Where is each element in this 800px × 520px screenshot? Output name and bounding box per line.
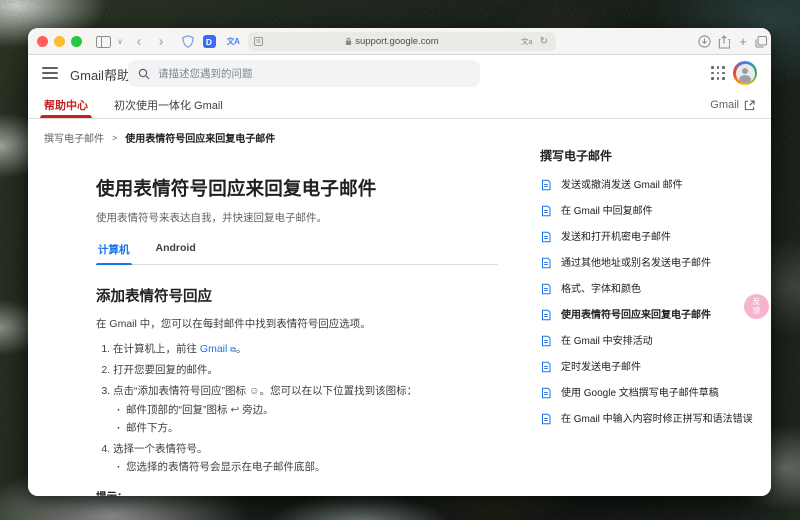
translate-extension-icon[interactable]: 文A bbox=[224, 28, 242, 55]
page-title: 使用表情符号回应来回复电子邮件 bbox=[96, 178, 377, 199]
step-2: 打开您要回复的邮件。 bbox=[113, 362, 498, 380]
sidebar-item[interactable]: 在 Gmail 中输入内容时修正拼写和语法错误 bbox=[540, 412, 758, 427]
tab-android[interactable]: Android bbox=[154, 242, 198, 264]
gmail-link-inline[interactable]: Gmail bbox=[200, 343, 227, 355]
sidebar-item[interactable]: 发送或撤消发送 Gmail 邮件 bbox=[540, 178, 758, 193]
zoom-window-button[interactable] bbox=[71, 36, 82, 47]
tips-label: 提示： bbox=[96, 489, 498, 496]
page-translate-icon[interactable]: 文a bbox=[521, 36, 533, 47]
article-icon bbox=[542, 309, 551, 321]
external-link-icon bbox=[744, 99, 755, 111]
device-tabs: 计算机 Android bbox=[96, 242, 498, 265]
sidebar-item[interactable]: 在 Gmail 中安排活动 bbox=[540, 334, 758, 349]
help-page: Gmail帮助 帮助中心 初次使用一体化 Gmail Gmail 撰写电 bbox=[28, 55, 771, 496]
d-extension-icon[interactable]: D bbox=[201, 28, 217, 55]
reader-view-icon[interactable] bbox=[254, 37, 263, 46]
article: 使用表情符号回应来回复电子邮件 使用表情符号来表达自我，并快速回复电子邮件。 计… bbox=[96, 175, 498, 496]
step-4-sub-1: 您选择的表情符号会显示在电子邮件底部。 bbox=[115, 459, 498, 477]
lock-icon bbox=[345, 37, 352, 46]
browser-window: ∨ ‹ › D 文A support.google.com 文a ↻ + Gma… bbox=[28, 28, 771, 496]
section-intro: 在 Gmail 中，您可以在每封邮件中找到表情符号回应选项。 bbox=[96, 318, 371, 330]
step-4: 选择一个表情符号。 您选择的表情符号会显示在电子邮件底部。 bbox=[113, 441, 498, 478]
minimize-window-button[interactable] bbox=[54, 36, 65, 47]
add-reaction-icon: ☺ bbox=[248, 385, 260, 398]
sidebar-item[interactable]: 使用 Google 文档撰写电子邮件草稿 bbox=[540, 386, 758, 401]
breadcrumb-current: 使用表情符号回应来回复电子邮件 bbox=[125, 134, 276, 145]
search-box[interactable] bbox=[128, 60, 480, 87]
gmail-external-link[interactable]: Gmail bbox=[710, 99, 755, 111]
product-title[interactable]: Gmail帮助 bbox=[70, 65, 130, 84]
breadcrumb-parent[interactable]: 撰写电子邮件 bbox=[44, 130, 104, 145]
step-1: 在计算机上，前往 Gmail ⧉。 bbox=[113, 341, 498, 359]
sidebar-item[interactable]: 通过其他地址或别名发送电子邮件 bbox=[540, 256, 758, 271]
article-icon bbox=[542, 387, 551, 399]
help-nav-tabs: 帮助中心 初次使用一体化 Gmail Gmail bbox=[28, 92, 771, 119]
url-text: support.google.com bbox=[355, 36, 439, 47]
share-icon[interactable] bbox=[716, 28, 732, 55]
article-icon bbox=[542, 231, 551, 243]
tab-integrated-gmail[interactable]: 初次使用一体化 Gmail bbox=[114, 92, 223, 118]
article-icon bbox=[542, 283, 551, 295]
search-icon bbox=[138, 68, 150, 80]
step-3-sub-2: 邮件下方。 bbox=[115, 420, 498, 438]
reload-icon[interactable]: ↻ bbox=[540, 36, 548, 47]
google-apps-icon[interactable] bbox=[711, 66, 725, 80]
article-icon bbox=[542, 257, 551, 269]
article-icon bbox=[542, 335, 551, 347]
sidebar-item[interactable]: 格式、字体和颜色 bbox=[540, 282, 758, 297]
sidebar-item[interactable]: 发送和打开机密电子邮件 bbox=[540, 230, 758, 245]
avatar[interactable] bbox=[733, 61, 757, 85]
article-icon bbox=[542, 361, 551, 373]
article-icon bbox=[542, 179, 551, 191]
article-icon bbox=[542, 413, 551, 425]
sidebar-item[interactable]: 在 Gmail 中回复邮件 bbox=[540, 204, 758, 219]
forward-button[interactable]: › bbox=[154, 28, 168, 55]
reply-icon: ↩ bbox=[230, 403, 240, 416]
step-3-sub-1: 邮件顶部的“回复”图标 ↩ 旁边。 bbox=[115, 402, 498, 420]
sidebar-item[interactable]: 定时发送电子邮件 bbox=[540, 360, 758, 375]
chevron-down-icon[interactable]: ∨ bbox=[114, 28, 126, 55]
feedback-tab[interactable]: 反馈 bbox=[744, 294, 769, 319]
site-header: Gmail帮助 bbox=[28, 55, 771, 92]
step-3: 点击“添加表情符号回应”图标 ☺。您可以在以下位置找到该图标： 邮件顶部的“回复… bbox=[113, 383, 498, 438]
sidebar-item-current[interactable]: 使用表情符号回应来回复电子邮件 bbox=[540, 308, 758, 323]
sidebar-toggle-icon[interactable] bbox=[94, 28, 112, 55]
tab-overview-icon[interactable] bbox=[753, 28, 769, 55]
privacy-shield-icon[interactable] bbox=[180, 28, 196, 55]
menu-icon[interactable] bbox=[42, 67, 58, 79]
browser-toolbar: ∨ ‹ › D 文A support.google.com 文a ↻ + bbox=[28, 28, 771, 55]
new-tab-icon[interactable]: + bbox=[735, 28, 751, 55]
tab-computer[interactable]: 计算机 bbox=[96, 242, 132, 265]
back-button[interactable]: ‹ bbox=[132, 28, 146, 55]
section-title-add-reaction: 添加表情符号回应 bbox=[96, 289, 212, 305]
breadcrumb-separator-icon: > bbox=[112, 132, 118, 143]
related-articles-sidebar: 撰写电子邮件 发送或撤消发送 Gmail 邮件 在 Gmail 中回复邮件 发送… bbox=[540, 147, 758, 438]
sidebar-title: 撰写电子邮件 bbox=[540, 149, 613, 163]
close-window-button[interactable] bbox=[37, 36, 48, 47]
search-input[interactable] bbox=[158, 67, 470, 80]
page-subtitle: 使用表情符号来表达自我，并快速回复电子邮件。 bbox=[96, 212, 327, 224]
steps-list: 在计算机上，前往 Gmail ⧉。 打开您要回复的邮件。 点击“添加表情符号回应… bbox=[96, 341, 498, 477]
tab-help-center[interactable]: 帮助中心 bbox=[40, 92, 92, 118]
address-bar[interactable]: support.google.com 文a ↻ bbox=[248, 32, 556, 51]
downloads-icon[interactable] bbox=[696, 28, 712, 55]
article-icon bbox=[542, 205, 551, 217]
breadcrumb: 撰写电子邮件 > 使用表情符号回应来回复电子邮件 bbox=[28, 119, 771, 146]
